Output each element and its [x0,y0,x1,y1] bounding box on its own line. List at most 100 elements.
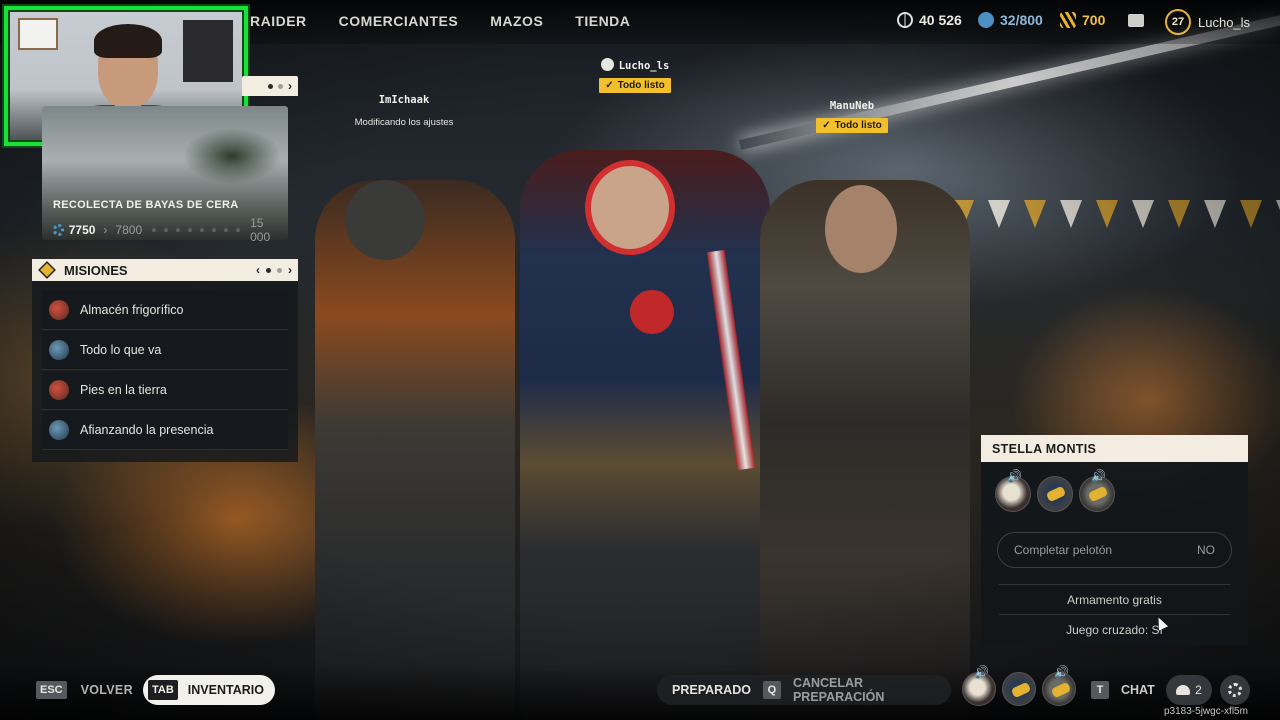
party-button[interactable]: 2 [1166,675,1212,705]
missions-list: Almacén frigorífico Todo lo que va Pies … [32,281,298,450]
inventory-button[interactable]: TAB INVENTARIO [143,675,275,705]
player-status: Modificando los ajustes [354,117,454,128]
event-card[interactable]: › RECOLECTA DE BAYAS DE CERA 7750 › 7800… [42,76,298,244]
missions-header: MISIONES ‹ › [32,259,298,281]
squad-fill-toggle[interactable]: Completar pelotón NO [997,532,1232,568]
speaker-icon: 🔊 [974,665,989,679]
squad-member-avatar[interactable] [1037,476,1073,512]
chevron-right-icon: › [103,223,108,237]
esc-key-hint: ESC [36,681,67,699]
nav-tienda[interactable]: TIENDA [575,13,630,29]
event-title: RECOLECTA DE BAYAS DE CERA [53,199,239,211]
gold-icon [1060,12,1076,28]
tokens-value: 32/800 [1000,12,1043,28]
main-nav: RAIDER COMERCIANTES MAZOS TIENDA [250,13,630,29]
player-name: ManuNeb [829,100,875,112]
crossplay-option[interactable]: Juego cruzado: Sí [999,614,1230,644]
speaker-icon: 🔊 [1091,469,1106,483]
blue-mission-icon [49,420,69,440]
event-max-value: 15 000 [250,216,271,244]
t-key-hint: T [1091,681,1109,699]
ready-badge: ✓ Todo listo [816,118,888,133]
mail-icon[interactable] [1128,14,1144,27]
squad-member-avatar[interactable]: 🔊 [995,469,1031,512]
player-level-badge[interactable]: 27 [1165,9,1191,35]
gold-value: 700 [1082,12,1106,28]
player-name: ImIchaak [378,94,430,106]
red-mission-icon [49,300,69,320]
event-progress: 7750 › 7800 15 000 [53,216,279,244]
missions-icon [38,261,56,279]
mission-label: Todo lo que va [80,343,162,357]
red-mission-icon [49,380,69,400]
cancel-ready-button[interactable]: CANCELAR PREPARACIÓN [793,676,936,704]
nav-mazos[interactable]: MAZOS [490,13,543,29]
back-button[interactable]: ESC VOLVER [36,681,133,699]
squad-fill-label: Completar pelotón [1014,543,1113,557]
missions-carousel-nav: ‹ › [256,263,292,277]
inventory-label: INVENTARIO [187,683,264,697]
squad-fill-value: NO [1197,543,1215,557]
mission-item[interactable]: Pies en la tierra [42,371,288,410]
nav-comerciantes[interactable]: COMERCIANTES [339,13,459,29]
ready-status: Todo listo [617,80,665,91]
squad-member-avatar[interactable]: 🔊 [1079,469,1115,512]
carousel-dot [266,267,271,273]
mission-label: Afianzando la presencia [80,423,214,437]
player-tag-leader: Lucho_ls ✓ Todo listo [590,58,680,93]
session-id: p3183-5jwgc-xfl5m [1164,706,1248,717]
party-member-avatar[interactable]: 🔊 [1042,665,1076,706]
coin-icon [897,12,913,28]
back-label: VOLVER [80,683,133,697]
chat-label: CHAT [1121,683,1155,697]
free-loadout-option[interactable]: Armamento gratis [999,584,1230,614]
mission-item[interactable]: Almacén frigorífico [42,291,288,330]
carousel-dot [268,83,273,89]
mission-label: Pies en la tierra [80,383,167,397]
people-icon [1176,685,1191,695]
coins-currency: 40 526 [897,12,962,28]
mission-item[interactable]: Todo lo que va [42,331,288,370]
tab-key-hint: TAB [148,680,178,700]
party-count: 2 [1195,683,1202,697]
party-member-avatar[interactable]: 🔊 [962,665,996,706]
event-current-value: 7750 [68,223,96,237]
blue-mission-icon [49,340,69,360]
ready-controls: PREPARADO Q CANCELAR PREPARACIÓN [657,675,951,705]
mission-item[interactable]: Afianzando la presencia [42,411,288,450]
party-member-avatar[interactable] [1002,672,1036,706]
missions-panel: MISIONES ‹ › Almacén frigorífico Todo lo… [32,259,298,462]
mission-label: Almacén frigorífico [80,303,184,317]
chat-button[interactable]: T CHAT [1091,681,1155,699]
chevron-right-icon[interactable]: › [288,79,292,93]
gear-icon [1228,683,1242,697]
chevron-right-icon[interactable]: › [288,263,292,277]
squad-header: STELLA MONTIS [981,435,1248,462]
speaker-icon: 🔊 [1007,469,1022,483]
tokens-currency: 32/800 [978,12,1043,28]
nav-raider[interactable]: RAIDER [250,13,307,29]
squad-title: STELLA MONTIS [992,441,1097,456]
settings-button[interactable] [1220,675,1250,705]
party-avatars: 🔊 🔊 [962,665,1076,706]
carousel-dot [277,267,282,273]
chevron-left-icon[interactable]: ‹ [256,263,260,277]
squad-members: 🔊 🔊 [981,462,1248,512]
speaker-icon: 🔊 [1054,665,1069,679]
gold-currency: 700 [1060,12,1105,28]
missions-title: MISIONES [64,262,128,278]
event-carousel-nav: › [242,76,298,96]
coins-value: 40 526 [919,12,962,28]
player-name: Lucho_ls [618,60,670,72]
gear-icon [53,224,64,236]
ready-status: Todo listo [834,120,882,131]
q-key-hint: Q [762,681,781,699]
event-progress-dots [152,228,241,232]
player-tag-left: ImIchaak Modificando los ajustes [344,94,464,128]
crown-icon [600,58,614,71]
carousel-dot [278,83,283,89]
player-tag-right: ManuNeb ✓ Todo listo [812,100,892,133]
ready-button[interactable]: PREPARADO [672,683,751,697]
squad-panel: STELLA MONTIS 🔊 🔊 Completar pelotón NO A… [981,435,1248,645]
profile-username[interactable]: Lucho_ls [1198,15,1250,30]
